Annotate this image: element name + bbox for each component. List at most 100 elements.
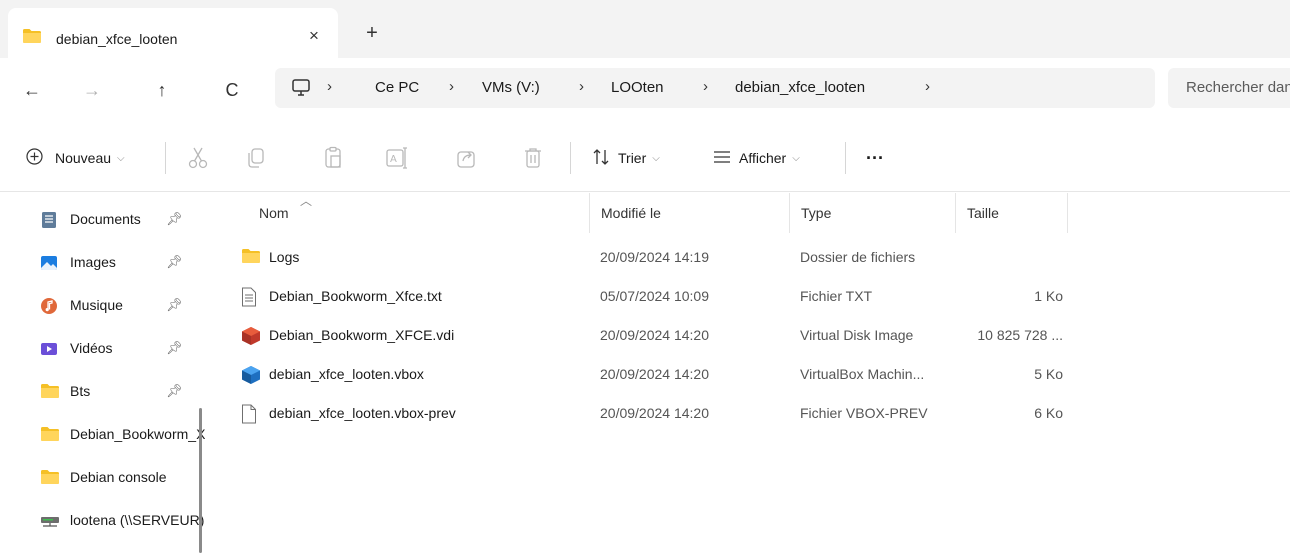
file-list: ︿ Nom Modifié le Type Taille Logs 20/09/… [205, 193, 1290, 553]
new-button[interactable]: Nouveau ⌵ [26, 146, 125, 170]
file-modified: 20/09/2024 14:20 [600, 366, 709, 382]
close-icon[interactable]: × [302, 24, 326, 48]
breadcrumb-ce-pc[interactable]: Ce PC [375, 79, 419, 96]
tab-active[interactable]: debian_xfce_looten × [8, 8, 338, 58]
pin-icon: 📌︎ [166, 297, 183, 312]
table-row[interactable]: debian_xfce_looten.vbox-prev 20/09/2024 … [235, 396, 1075, 432]
chevron-right-icon[interactable]: › [449, 78, 454, 95]
column-header-name[interactable]: Nom [259, 205, 289, 221]
sidebar-item-label: Images [70, 254, 116, 270]
rename-icon[interactable]: A [385, 146, 411, 172]
file-name: Logs [269, 249, 300, 265]
file-size: 10 825 728 ... [977, 327, 1063, 343]
breadcrumb-vms[interactable]: VMs (V:) [482, 79, 540, 96]
vbox-icon [241, 365, 261, 388]
file-size: 1 Ko [1034, 288, 1063, 304]
table-row[interactable]: Debian_Bookworm_XFCE.vdi 20/09/2024 14:2… [235, 318, 1075, 354]
view-label: Afficher [739, 150, 787, 166]
view-button[interactable]: Afficher ⌵ [713, 146, 800, 170]
table-row[interactable]: Logs 20/09/2024 14:19 Dossier de fichier… [235, 240, 1075, 276]
divider [845, 142, 846, 174]
sidebar-item-bts[interactable]: Bts 📌︎ [40, 377, 205, 407]
file-name: debian_xfce_looten.vbox [269, 366, 424, 382]
sidebar-item-images[interactable]: Images 📌︎ [40, 248, 205, 278]
sort-label: Trier [618, 150, 647, 166]
file-name: Debian_Bookworm_XFCE.vdi [269, 327, 455, 343]
column-divider[interactable] [589, 193, 590, 233]
monitor-icon [291, 79, 311, 100]
chevron-right-icon[interactable]: › [327, 78, 332, 95]
breadcrumb-current[interactable]: debian_xfce_looten [735, 79, 865, 96]
sidebar-item-music[interactable]: Musique 📌︎ [40, 291, 205, 321]
column-divider[interactable] [789, 193, 790, 233]
file-name: Debian_Bookworm_Xfce.txt [269, 288, 442, 304]
music-icon [40, 297, 58, 318]
chevron-right-icon[interactable]: › [925, 78, 930, 95]
sidebar-scrollbar[interactable] [199, 408, 202, 553]
back-arrow-icon[interactable]: ← [18, 76, 46, 104]
sidebar-item-debian-bookworm[interactable]: Debian_Bookworm_XFCE [40, 420, 205, 450]
chevron-right-icon[interactable]: › [579, 78, 584, 95]
vdi-icon [241, 326, 261, 349]
column-divider[interactable] [955, 193, 956, 233]
refresh-icon[interactable]: C [218, 76, 246, 104]
tab-strip: debian_xfce_looten × + [0, 0, 1290, 58]
file-size: 5 Ko [1034, 366, 1063, 382]
sidebar-item-label: Debian console [70, 469, 167, 485]
up-arrow-icon[interactable]: ↑ [148, 76, 176, 104]
pin-icon: 📌︎ [166, 254, 183, 269]
table-row[interactable]: Debian_Bookworm_Xfce.txt 05/07/2024 10:0… [235, 279, 1075, 315]
sidebar-item-documents[interactable]: Documents 📌︎ [40, 205, 205, 235]
plus-circle-icon [26, 148, 43, 168]
folder-icon [241, 248, 261, 267]
column-divider[interactable] [1067, 193, 1068, 233]
chevron-down-icon: ⌵ [652, 152, 660, 164]
sidebar-item-label: lootena (\\SERVEUR) [70, 512, 205, 528]
sidebar-item-label: Debian_Bookworm_XFCE [70, 426, 205, 442]
column-header-type[interactable]: Type [801, 205, 831, 221]
table-row[interactable]: debian_xfce_looten.vbox 20/09/2024 14:20… [235, 357, 1075, 393]
pin-icon: 📌︎ [166, 211, 183, 226]
folder-icon [40, 469, 60, 488]
file-modified: 20/09/2024 14:19 [600, 249, 709, 265]
sidebar-item-debian-console[interactable]: Debian console [40, 463, 205, 493]
view-list-icon [713, 150, 731, 167]
divider [165, 142, 166, 174]
sidebar-item-label: Documents [70, 211, 141, 227]
command-bar: Nouveau ⌵ A Trier ⌵ Afficher ⌵ ··· [0, 120, 1290, 192]
address-row: ← → ↑ C › Ce PC › VMs (V:) › LOOten › de… [0, 58, 1290, 120]
file-type: Fichier TXT [800, 288, 873, 304]
sort-ascending-icon: ︿ [300, 194, 313, 208]
chevron-right-icon[interactable]: › [703, 78, 708, 95]
more-options-button[interactable]: ··· [866, 146, 884, 170]
file-type: Fichier VBOX-PREV [800, 405, 928, 421]
sidebar-item-videos[interactable]: Vidéos 📌︎ [40, 334, 205, 364]
svg-text:A: A [390, 154, 397, 165]
breadcrumb-looten[interactable]: LOOten [611, 79, 664, 96]
file-type: Virtual Disk Image [800, 327, 914, 343]
file-modified: 20/09/2024 14:20 [600, 327, 709, 343]
sort-button[interactable]: Trier ⌵ [592, 146, 660, 170]
pin-icon: 📌︎ [166, 383, 183, 398]
sidebar-item-lootena[interactable]: lootena (\\SERVEUR) [40, 506, 205, 536]
trash-icon[interactable] [522, 146, 548, 172]
new-tab-button[interactable]: + [360, 22, 384, 46]
column-header-modified[interactable]: Modifié le [601, 205, 661, 221]
paste-icon[interactable] [322, 146, 348, 172]
videos-icon [40, 340, 58, 361]
text-file-icon [241, 287, 257, 310]
search-input[interactable]: Rechercher dans : debian_xfce_looten [1168, 68, 1290, 108]
sort-icon [592, 148, 610, 169]
file-type: VirtualBox Machin... [800, 366, 925, 382]
share-icon[interactable] [455, 146, 481, 172]
copy-icon[interactable] [245, 146, 271, 172]
sidebar-item-label: Vidéos [70, 340, 113, 356]
folder-icon [40, 383, 60, 402]
cut-icon[interactable] [187, 146, 213, 172]
file-size: 6 Ko [1034, 405, 1063, 421]
sidebar-item-label: Bts [70, 383, 91, 399]
column-header-size[interactable]: Taille [967, 205, 999, 221]
forward-arrow-icon[interactable]: → [78, 76, 106, 104]
navigation-pane: Documents 📌︎ Images 📌︎ Musique 📌︎ Vidéos… [0, 193, 205, 553]
address-bar[interactable]: › Ce PC › VMs (V:) › LOOten › debian_xfc… [275, 68, 1155, 108]
